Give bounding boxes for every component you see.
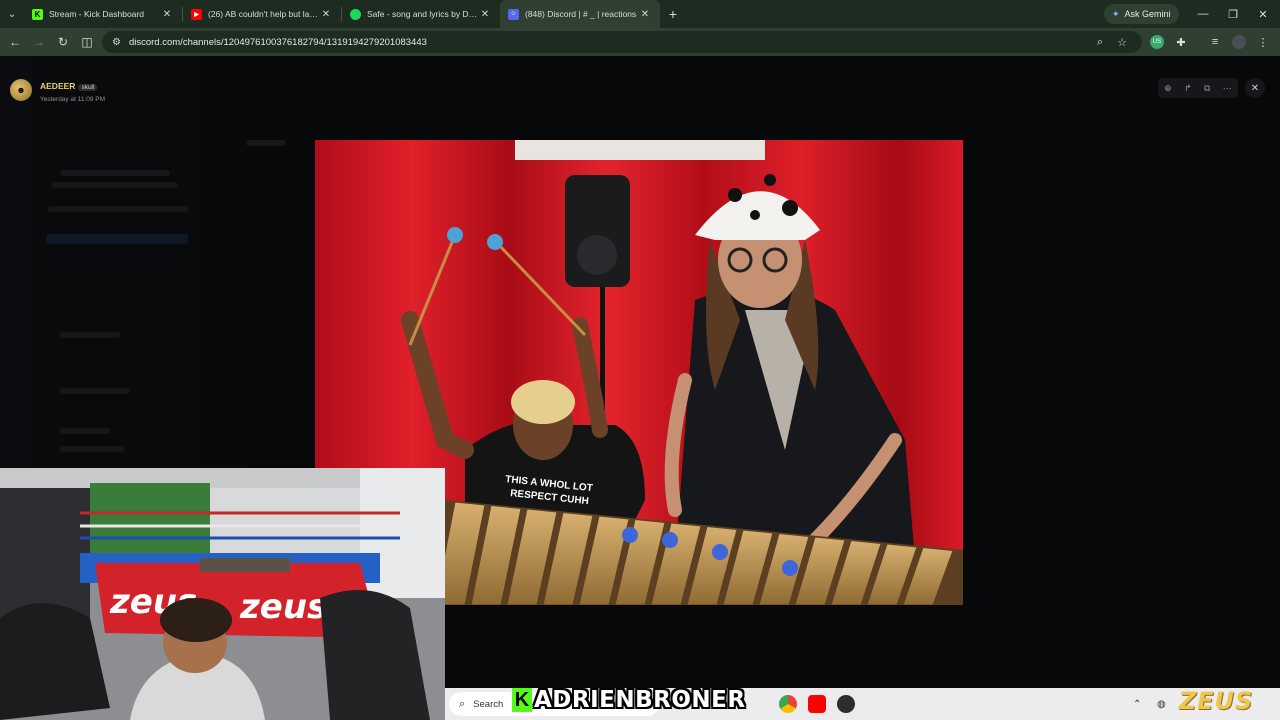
zeus-watermark: ZEUS xyxy=(1156,686,1276,716)
backdrop-channel xyxy=(60,332,120,338)
mallet-head xyxy=(622,527,638,543)
tab-close-icon[interactable]: ✕ xyxy=(319,9,333,20)
message-timestamp: Yesterday at 11:09 PM xyxy=(40,96,106,103)
tab-title: (848) Discord | # _ | reactions xyxy=(525,9,637,19)
user-avatar[interactable]: ☻ xyxy=(10,78,32,101)
new-tab-plus-icon[interactable]: + xyxy=(660,6,686,22)
tab-title: Stream - Kick Dashboard xyxy=(49,9,144,19)
profile-avatar-icon[interactable] xyxy=(1228,28,1250,56)
spotify-icon xyxy=(350,8,361,20)
mallet-head xyxy=(447,227,463,243)
restore-icon[interactable]: ❐ xyxy=(1218,0,1248,28)
backdrop-text xyxy=(60,170,170,176)
left-person-hair xyxy=(511,380,575,424)
tab-title: (26) AB couldn't help but laugh xyxy=(208,9,319,19)
bookmark-star-icon[interactable]: ☆ xyxy=(1113,31,1131,53)
browser-menu-icon[interactable]: ⋮ xyxy=(1252,28,1274,56)
chrome-app-icon[interactable] xyxy=(779,695,797,713)
username[interactable]: AEDEER xyxy=(40,81,75,91)
gemini-sparkle-icon: ✦ xyxy=(1112,8,1120,19)
watermark-text: ZEUS xyxy=(1178,687,1254,715)
site-info-icon[interactable]: ⚙ xyxy=(112,37,121,48)
media-queue-icon[interactable]: ≡ xyxy=(1204,28,1226,56)
media-viewer-toolbar: ⊕ ↱ ⧉ ⋯ xyxy=(1158,78,1238,98)
open-external-icon[interactable]: ⧉ xyxy=(1204,83,1210,94)
split-view-icon[interactable]: ◫ xyxy=(75,28,99,56)
browser-tab-strip: ⌄ K Stream - Kick Dashboard ✕ ▶ (26) AB … xyxy=(0,0,1280,28)
tab-discord[interactable]: ☺ (848) Discord | # _ | reactions ✕ xyxy=(500,0,660,28)
webcam-overlay: zeus zeus xyxy=(0,468,445,720)
extension-badge: US xyxy=(1150,35,1164,49)
backdrop-text xyxy=(246,140,286,146)
backdrop-text xyxy=(52,182,178,188)
webcam-scene: zeus zeus xyxy=(0,468,445,720)
browser-toolbar: ← → ↻ ◫ ⚙ discord.com/channels/120497610… xyxy=(0,28,1280,56)
mallet-head xyxy=(662,532,678,548)
minimize-icon[interactable]: — xyxy=(1188,0,1218,28)
search-icon: ⌕ xyxy=(459,697,466,710)
mallet-head xyxy=(712,544,728,560)
tab-title: Safe - song and lyrics by Drü C xyxy=(367,9,478,19)
back-arrow-icon[interactable]: ← xyxy=(3,28,27,56)
tab-close-icon[interactable]: ✕ xyxy=(160,9,174,20)
reload-icon[interactable]: ↻ xyxy=(51,28,75,56)
kick-logo-icon: K xyxy=(512,688,532,712)
kick-icon: K xyxy=(32,8,43,20)
address-bar[interactable]: ⚙ discord.com/channels/12049761003761827… xyxy=(102,31,1142,53)
backdrop-channel xyxy=(60,388,130,394)
tab-search-icon[interactable]: ⌄ xyxy=(0,0,24,28)
forward-arrow-icon[interactable]: → xyxy=(27,28,51,56)
app-icon[interactable] xyxy=(837,695,855,713)
tray-chevron-icon[interactable]: ⌃ xyxy=(1133,688,1141,720)
tab-youtube[interactable]: ▶ (26) AB couldn't help but laugh ✕ xyxy=(183,0,341,28)
clothes-pile xyxy=(200,558,290,572)
youtube-app-icon[interactable] xyxy=(808,695,826,713)
backdrop-channel xyxy=(60,446,124,452)
url-text: discord.com/channels/1204976100376182794… xyxy=(128,36,427,48)
more-options-icon[interactable]: ⋯ xyxy=(1223,83,1232,94)
forward-share-icon[interactable]: ↱ xyxy=(1184,83,1192,94)
tab-close-icon[interactable]: ✕ xyxy=(638,9,652,20)
ask-gemini-label: Ask Gemini xyxy=(1124,9,1171,19)
mallet-head xyxy=(487,234,503,250)
media-viewer-author: ☻ AEDEER skull Yesterday at 11:09 PM xyxy=(10,76,105,103)
window-close-icon[interactable]: ✕ xyxy=(1248,0,1278,28)
banner-text: zeus xyxy=(239,587,327,627)
backdrop-button xyxy=(46,234,188,244)
tab-spotify[interactable]: Safe - song and lyrics by Drü C ✕ xyxy=(342,0,500,28)
screen: ⌄ K Stream - Kick Dashboard ✕ ▶ (26) AB … xyxy=(0,0,1280,720)
role-badge: skull xyxy=(78,84,98,91)
extensions-puzzle-icon[interactable]: ✚ xyxy=(1170,28,1192,56)
youtube-icon: ▶ xyxy=(191,8,202,20)
wall-left xyxy=(0,488,90,618)
tab-kick-dashboard[interactable]: K Stream - Kick Dashboard ✕ xyxy=(24,0,182,28)
extension-vpn-icon[interactable]: US xyxy=(1146,28,1168,56)
streamer-hair xyxy=(160,598,232,642)
search-placeholder: Search xyxy=(473,698,504,710)
streamer-name: ADRIENBRONER xyxy=(534,687,746,713)
close-viewer-icon[interactable]: ✕ xyxy=(1245,78,1265,98)
tab-close-icon[interactable]: ✕ xyxy=(478,9,492,20)
discord-icon: ☺ xyxy=(508,8,519,20)
backdrop-channel xyxy=(60,428,110,434)
ask-gemini-button[interactable]: ✦ Ask Gemini xyxy=(1104,4,1179,24)
zoom-in-icon[interactable]: ⊕ xyxy=(1164,83,1172,94)
mallet-head xyxy=(782,560,798,576)
zoom-icon[interactable]: ⌕ xyxy=(1091,31,1109,53)
backdrop-text xyxy=(48,206,188,212)
ceiling xyxy=(515,140,765,160)
streamer-overlay: K ADRIENBRONER xyxy=(512,686,746,714)
